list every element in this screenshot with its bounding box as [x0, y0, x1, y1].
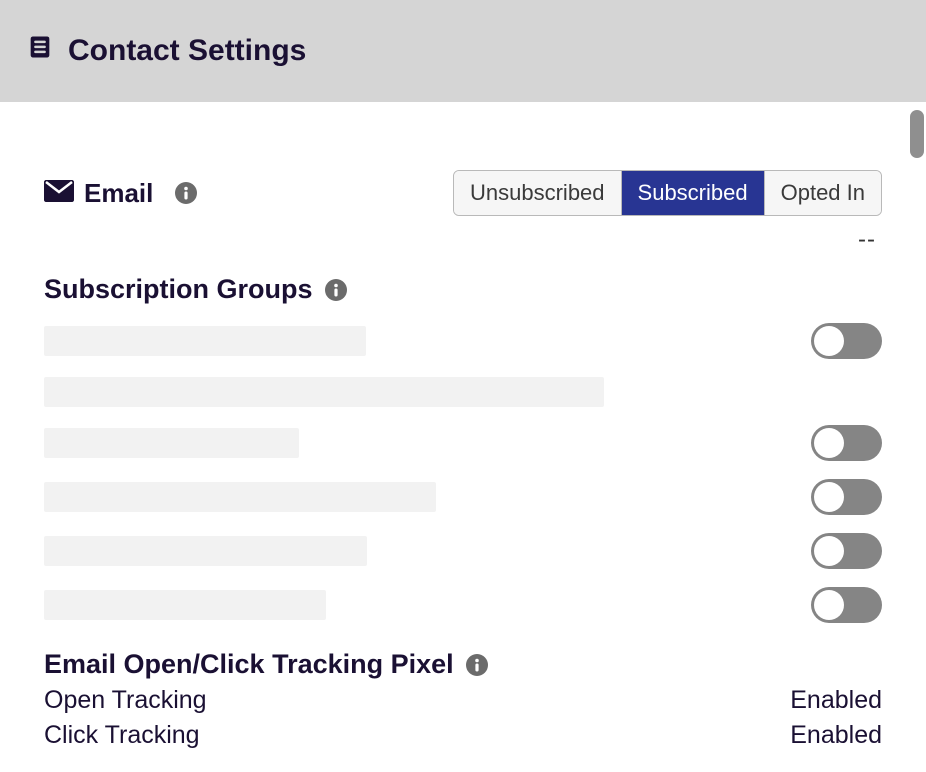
subscription-group-row — [44, 587, 882, 623]
subscription-group-toggle[interactable] — [811, 425, 882, 461]
content-area: Email UnsubscribedSubscribedOpted In -- … — [0, 102, 926, 772]
subscription-group-row — [44, 533, 882, 569]
subscription-group-name-placeholder — [44, 326, 366, 356]
email-icon — [44, 178, 74, 209]
manage-suffix: . — [543, 768, 550, 772]
tracking-title-text: Email Open/Click Tracking Pixel — [44, 649, 454, 680]
email-meta-value: -- — [44, 226, 876, 254]
click-tracking-label: Click Tracking — [44, 721, 200, 750]
page-title: Contact Settings — [68, 34, 306, 68]
info-icon[interactable] — [325, 279, 347, 301]
subscription-groups-title-text: Subscription Groups — [44, 274, 313, 305]
subscription-group-row — [44, 479, 882, 515]
contacts-book-icon — [26, 33, 54, 69]
open-tracking-label: Open Tracking — [44, 686, 207, 715]
subscription-group-name-placeholder — [44, 428, 299, 458]
subscription-groups-list — [44, 323, 882, 623]
subscription-group-row — [44, 377, 882, 407]
subscription-group-toggle[interactable] — [811, 587, 882, 623]
email-label-text: Email — [84, 178, 153, 209]
page-title-container: Contact Settings — [26, 33, 306, 69]
subscription-group-row — [44, 323, 882, 359]
page-header: Contact Settings — [0, 0, 926, 102]
subscription-group-toggle[interactable] — [811, 533, 882, 569]
click-tracking-value: Enabled — [790, 721, 882, 750]
email-status-unsubscribed[interactable]: Unsubscribed — [454, 171, 622, 215]
click-tracking-row: Click Tracking Enabled — [44, 721, 882, 750]
open-tracking-value: Enabled — [790, 686, 882, 715]
subscription-group-toggle[interactable] — [811, 323, 882, 359]
subscription-groups-title: Subscription Groups — [44, 274, 882, 305]
manage-settings-link[interactable]: here — [491, 768, 544, 772]
subscription-group-name-placeholder — [44, 590, 326, 620]
info-icon[interactable] — [175, 182, 197, 204]
email-status-opted-in[interactable]: Opted In — [765, 171, 881, 215]
subscription-group-name-placeholder — [44, 482, 436, 512]
subscription-group-name-placeholder — [44, 536, 367, 566]
email-section-label: Email — [44, 178, 197, 209]
info-icon[interactable] — [466, 654, 488, 676]
subscription-group-row — [44, 425, 882, 461]
manage-prefix: Manage this workspace's email settings — [44, 768, 491, 772]
subscription-group-toggle[interactable] — [811, 479, 882, 515]
open-tracking-row: Open Tracking Enabled — [44, 686, 882, 715]
scrollbar-thumb[interactable] — [910, 110, 924, 158]
subscription-group-name-placeholder — [44, 377, 604, 407]
tracking-section-title: Email Open/Click Tracking Pixel — [44, 649, 882, 680]
email-section-row: Email UnsubscribedSubscribedOpted In — [44, 170, 882, 216]
email-status-segmented: UnsubscribedSubscribedOpted In — [453, 170, 882, 216]
email-status-subscribed[interactable]: Subscribed — [622, 171, 765, 215]
manage-settings-text: Manage this workspace's email settings h… — [44, 768, 882, 772]
